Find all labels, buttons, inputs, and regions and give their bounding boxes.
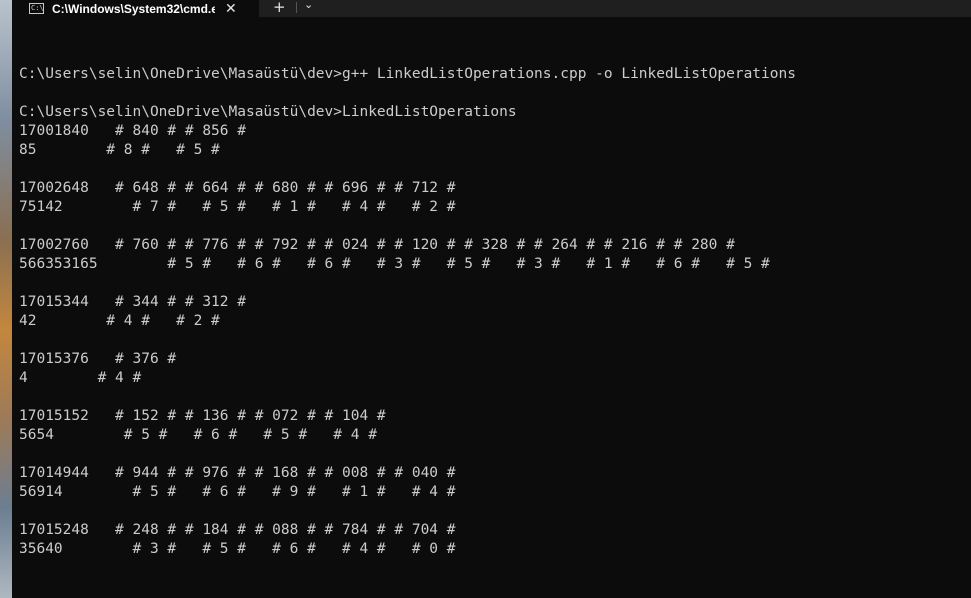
console-line: 42 # 4 # # 2 # bbox=[19, 313, 220, 329]
close-icon[interactable]: ✕ bbox=[225, 1, 237, 17]
tab-cmd[interactable]: C:\ C:\Windows\System32\cmd.e ✕ bbox=[12, 0, 259, 17]
console-line: 17015376 # 376 # bbox=[19, 351, 177, 367]
new-tab-button[interactable]: + bbox=[273, 0, 286, 16]
console-line: 17002760 # 760 # # 776 # # 792 # # 024 #… bbox=[19, 237, 735, 253]
console-line: 17015248 # 248 # # 184 # # 088 # # 784 #… bbox=[19, 522, 456, 538]
console-line: 17002648 # 648 # # 664 # # 680 # # 696 #… bbox=[19, 180, 456, 196]
console-line: 35640 # 3 # # 5 # # 6 # # 4 # # 0 # bbox=[19, 541, 456, 557]
console-line: 17001840 # 840 # # 856 # bbox=[19, 123, 246, 139]
console-line: 566353165 # 5 # # 6 # # 6 # # 3 # # 5 # … bbox=[19, 256, 770, 272]
terminal-icon: C:\ bbox=[29, 3, 44, 14]
console-line: 4 # 4 # bbox=[19, 370, 142, 386]
console-output[interactable]: C:\Users\selin\OneDrive\Masaüstü\dev>g++… bbox=[19, 65, 971, 598]
console-line: 17015344 # 344 # # 312 # bbox=[19, 294, 246, 310]
console-line: 17015152 # 152 # # 136 # # 072 # # 104 # bbox=[19, 408, 386, 424]
console-line: C:\Users\selin\OneDrive\Masaüstü\dev>g++… bbox=[19, 66, 796, 82]
console-line: 17014944 # 944 # # 976 # # 168 # # 008 #… bbox=[19, 465, 456, 481]
tab-separator bbox=[296, 2, 297, 13]
console-line: 75142 # 7 # # 5 # # 1 # # 4 # # 2 # bbox=[19, 199, 456, 215]
console-line: 5654 # 5 # # 6 # # 5 # # 4 # bbox=[19, 427, 377, 443]
chevron-down-icon[interactable]: ⌄ bbox=[304, 0, 313, 11]
console-line: 56914 # 5 # # 6 # # 9 # # 1 # # 4 # bbox=[19, 484, 456, 500]
console-line: 85 # 8 # # 5 # bbox=[19, 142, 220, 158]
desktop-background-strip bbox=[0, 0, 12, 598]
console-line: C:\Users\selin\OneDrive\Masaüstü\dev>Lin… bbox=[19, 104, 517, 120]
tab-title: C:\Windows\System32\cmd.e bbox=[52, 1, 215, 16]
